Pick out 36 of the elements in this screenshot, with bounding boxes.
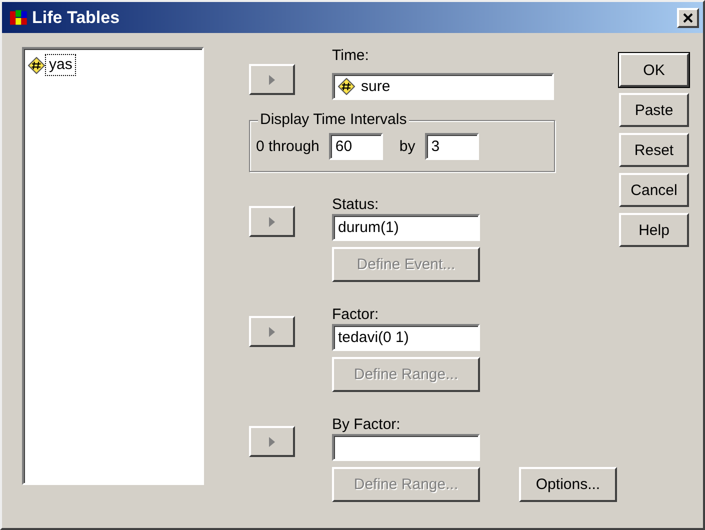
triangle-icon — [269, 326, 275, 336]
close-button[interactable] — [677, 8, 699, 28]
variable-field[interactable]: durum(1) — [332, 214, 480, 241]
field-label: Status: — [332, 196, 380, 214]
window-title: Life Tables — [32, 8, 121, 28]
time-label: Time: — [332, 47, 370, 65]
move-arrow-button[interactable] — [249, 316, 295, 347]
numeric-variable-icon — [338, 78, 355, 95]
variable-field[interactable]: tedavi(0 1) — [332, 324, 480, 351]
group-title: Display Time Intervals — [258, 111, 409, 129]
dialog-button[interactable]: Cancel — [619, 173, 689, 207]
app-icon — [10, 8, 28, 26]
by-label: by — [399, 138, 416, 156]
move-arrow-button[interactable] — [249, 426, 295, 457]
field-label: By Factor: — [332, 416, 402, 434]
time-field[interactable]: sure — [332, 73, 554, 100]
time-value: sure — [361, 78, 390, 95]
through-field[interactable]: 60 — [329, 133, 384, 160]
by-field[interactable]: 3 — [425, 133, 480, 160]
variable-item[interactable]: yas — [46, 55, 76, 75]
through-label: 0 through — [256, 138, 320, 156]
variable-field[interactable] — [332, 434, 480, 461]
triangle-icon — [269, 216, 275, 226]
triangle-icon — [269, 436, 275, 446]
move-arrow-button[interactable] — [249, 64, 295, 95]
dialog-button[interactable]: OK — [619, 53, 689, 87]
options-button[interactable]: Options... — [519, 467, 617, 502]
dialog-button[interactable]: Paste — [619, 93, 689, 127]
triangle-icon — [269, 74, 275, 84]
variable-list[interactable]: yas — [22, 47, 204, 485]
field-label: Factor: — [332, 306, 380, 324]
numeric-variable-icon — [28, 56, 45, 74]
close-icon — [683, 12, 693, 22]
dialog-button[interactable]: Reset — [619, 133, 689, 167]
dialog-button[interactable]: Help — [619, 213, 689, 247]
move-arrow-button[interactable] — [249, 206, 295, 237]
